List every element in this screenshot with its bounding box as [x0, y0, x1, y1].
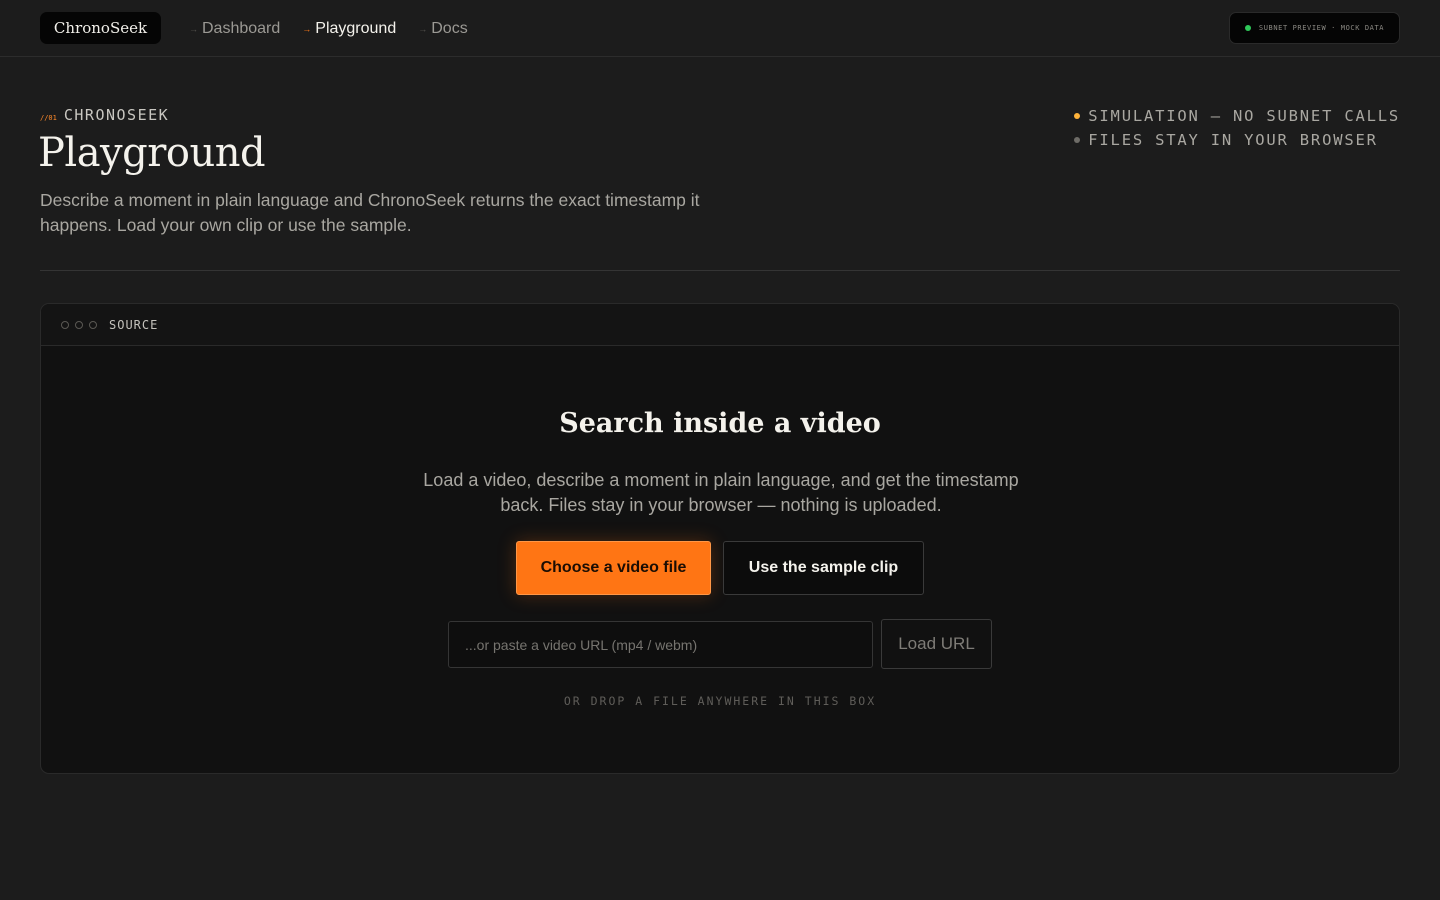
- video-url-input[interactable]: [448, 621, 873, 668]
- nav-item-label: Docs: [431, 19, 468, 37]
- bullet-icon: [1074, 137, 1081, 143]
- brand-logo[interactable]: ChronoSeek: [40, 12, 161, 44]
- note-text: Files stay in your browser: [1088, 131, 1378, 149]
- source-dropzone[interactable]: SOURCE Search inside a video Load a vide…: [40, 303, 1400, 774]
- card-title: SOURCE: [109, 317, 159, 332]
- nav-item-playground[interactable]: → Playground: [302, 0, 396, 57]
- divider: [40, 270, 1400, 271]
- info-notes: Simulation — no subnet calls Files stay …: [1074, 104, 1400, 152]
- sample-clip-button[interactable]: Use the sample clip: [723, 541, 924, 595]
- empty-state-text: Load a video, describe a moment in plain…: [423, 470, 1019, 515]
- nav-item-dashboard[interactable]: → Dashboard: [189, 0, 280, 57]
- note-item: Simulation — no subnet calls: [1074, 104, 1400, 128]
- arrow-right-icon: →: [302, 23, 312, 34]
- drop-hint: OR DROP A FILE ANYWHERE IN THIS BOX: [563, 694, 877, 708]
- note-text: Simulation — no subnet calls: [1088, 107, 1400, 125]
- eyebrow: //01 CHRONOSEEK: [40, 106, 169, 124]
- arrow-right-icon: →: [418, 23, 428, 34]
- top-bar: ChronoSeek → Dashboard → Playground → Do…: [0, 0, 1440, 57]
- page-description: Describe a moment in plain language and …: [40, 190, 700, 235]
- nav-item-label: Dashboard: [202, 19, 281, 37]
- nav-item-label: Playground: [315, 19, 397, 37]
- window-dots-icon: [61, 320, 97, 329]
- bullet-icon: [1074, 113, 1081, 119]
- status-dot-icon: [1244, 25, 1251, 31]
- page-title: Playground: [38, 130, 266, 176]
- status-badge-label: Subnet preview · Mock data: [1258, 24, 1385, 32]
- empty-state-title: Search inside a video: [559, 408, 881, 439]
- note-item: Files stay in your browser: [1074, 128, 1400, 152]
- choose-file-button[interactable]: Choose a video file: [516, 541, 711, 595]
- eyebrow-number: //01: [40, 114, 57, 122]
- load-url-button[interactable]: Load URL: [881, 619, 992, 669]
- main-nav: → Dashboard → Playground → Docs: [189, 0, 490, 57]
- eyebrow-label: CHRONOSEEK: [63, 106, 170, 124]
- nav-item-docs[interactable]: → Docs: [418, 0, 467, 57]
- status-badge: Subnet preview · Mock data: [1229, 12, 1400, 44]
- arrow-right-icon: →: [189, 23, 198, 34]
- card-header: SOURCE: [41, 304, 1399, 346]
